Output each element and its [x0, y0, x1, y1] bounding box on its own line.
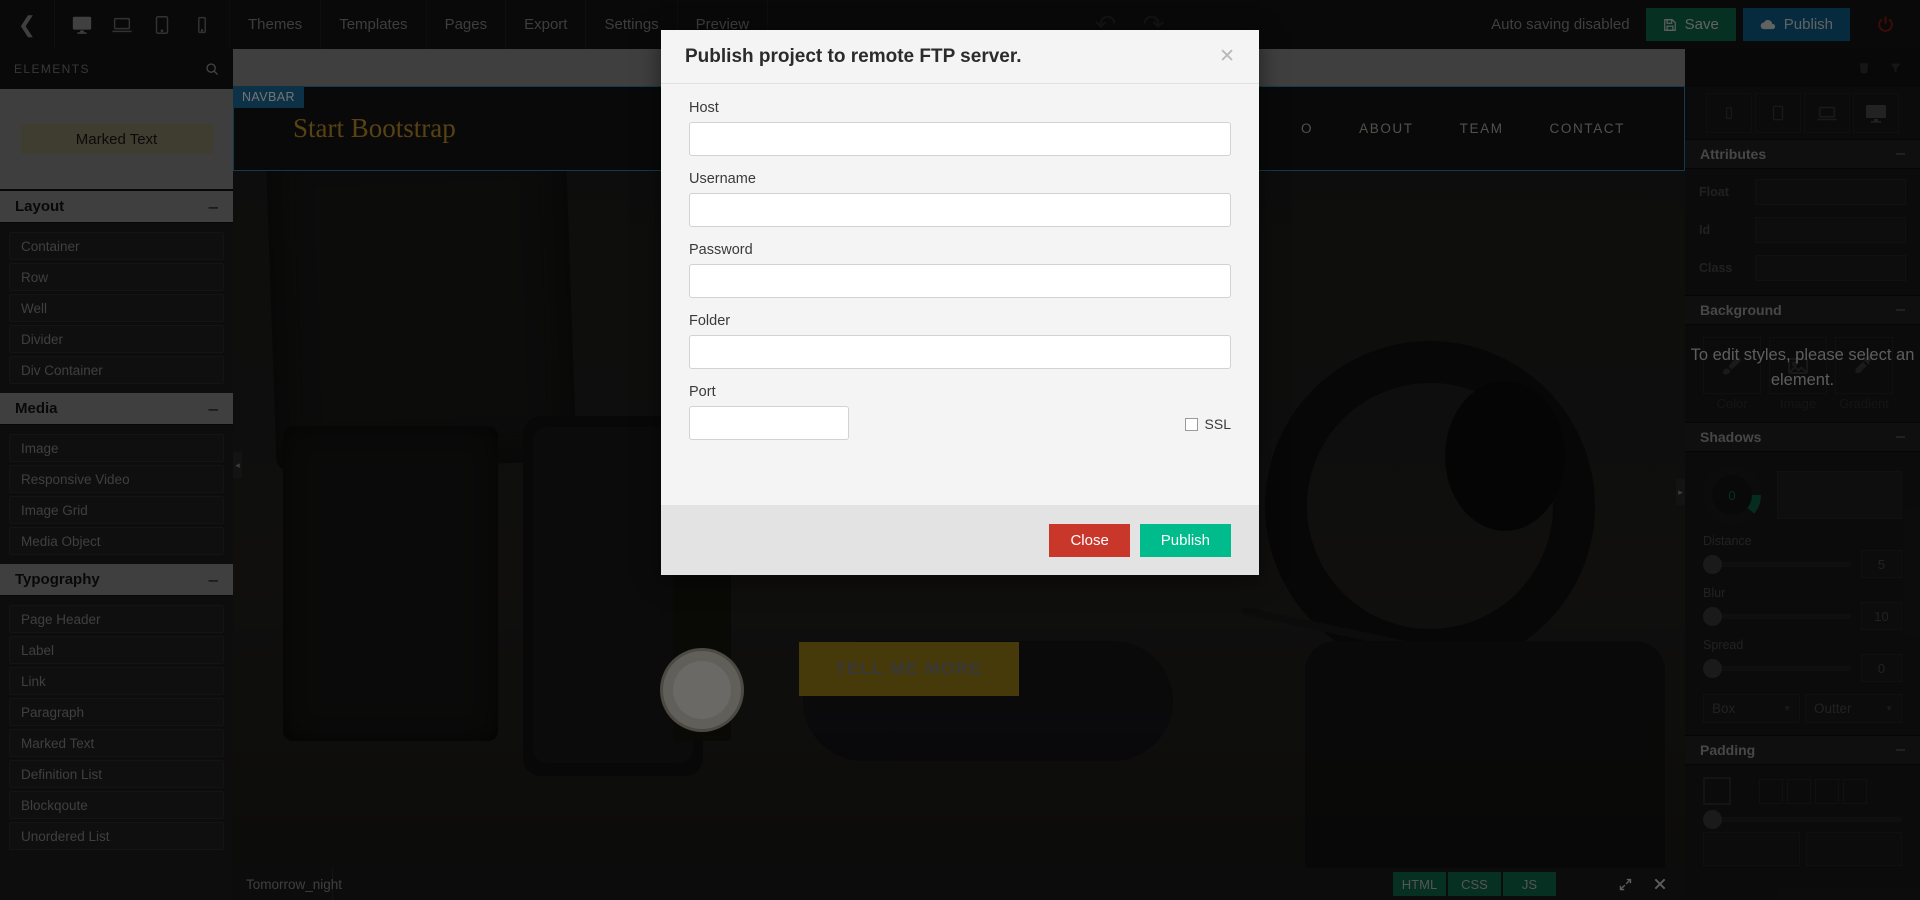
modal-body: Host Username Password Folder Port SSL: [661, 84, 1259, 440]
port-input[interactable]: [689, 406, 849, 440]
modal-title: Publish project to remote FTP server.: [685, 45, 1022, 67]
modal-close-icon[interactable]: ✕: [1219, 45, 1235, 68]
modal-publish-button[interactable]: Publish: [1139, 523, 1231, 557]
form-group-folder: Folder: [689, 313, 1231, 369]
modal-header: Publish project to remote FTP server. ✕: [661, 30, 1259, 84]
form-group-port: Port SSL: [689, 384, 1231, 440]
form-group-password: Password: [689, 242, 1231, 298]
form-group-host: Host: [689, 100, 1231, 156]
ssl-checkbox[interactable]: [1184, 417, 1198, 431]
password-label: Password: [689, 242, 753, 258]
folder-input[interactable]: [689, 335, 1231, 369]
port-field-wrap: Port: [689, 384, 849, 440]
modal-close-button[interactable]: Close: [1049, 523, 1130, 557]
password-input[interactable]: [689, 264, 1231, 298]
host-label: Host: [689, 100, 719, 116]
port-label: Port: [689, 384, 716, 400]
form-group-username: Username: [689, 171, 1231, 227]
modal-footer: Close Publish: [661, 505, 1259, 575]
app-window: ❮: [0, 0, 1920, 900]
publish-ftp-modal: Publish project to remote FTP server. ✕ …: [661, 30, 1259, 575]
host-input[interactable]: [689, 122, 1231, 156]
username-input[interactable]: [689, 193, 1231, 227]
folder-label: Folder: [689, 313, 731, 329]
username-label: Username: [689, 171, 756, 187]
ssl-label: SSL: [1204, 416, 1231, 432]
ssl-checkbox-group: SSL: [1184, 416, 1231, 440]
